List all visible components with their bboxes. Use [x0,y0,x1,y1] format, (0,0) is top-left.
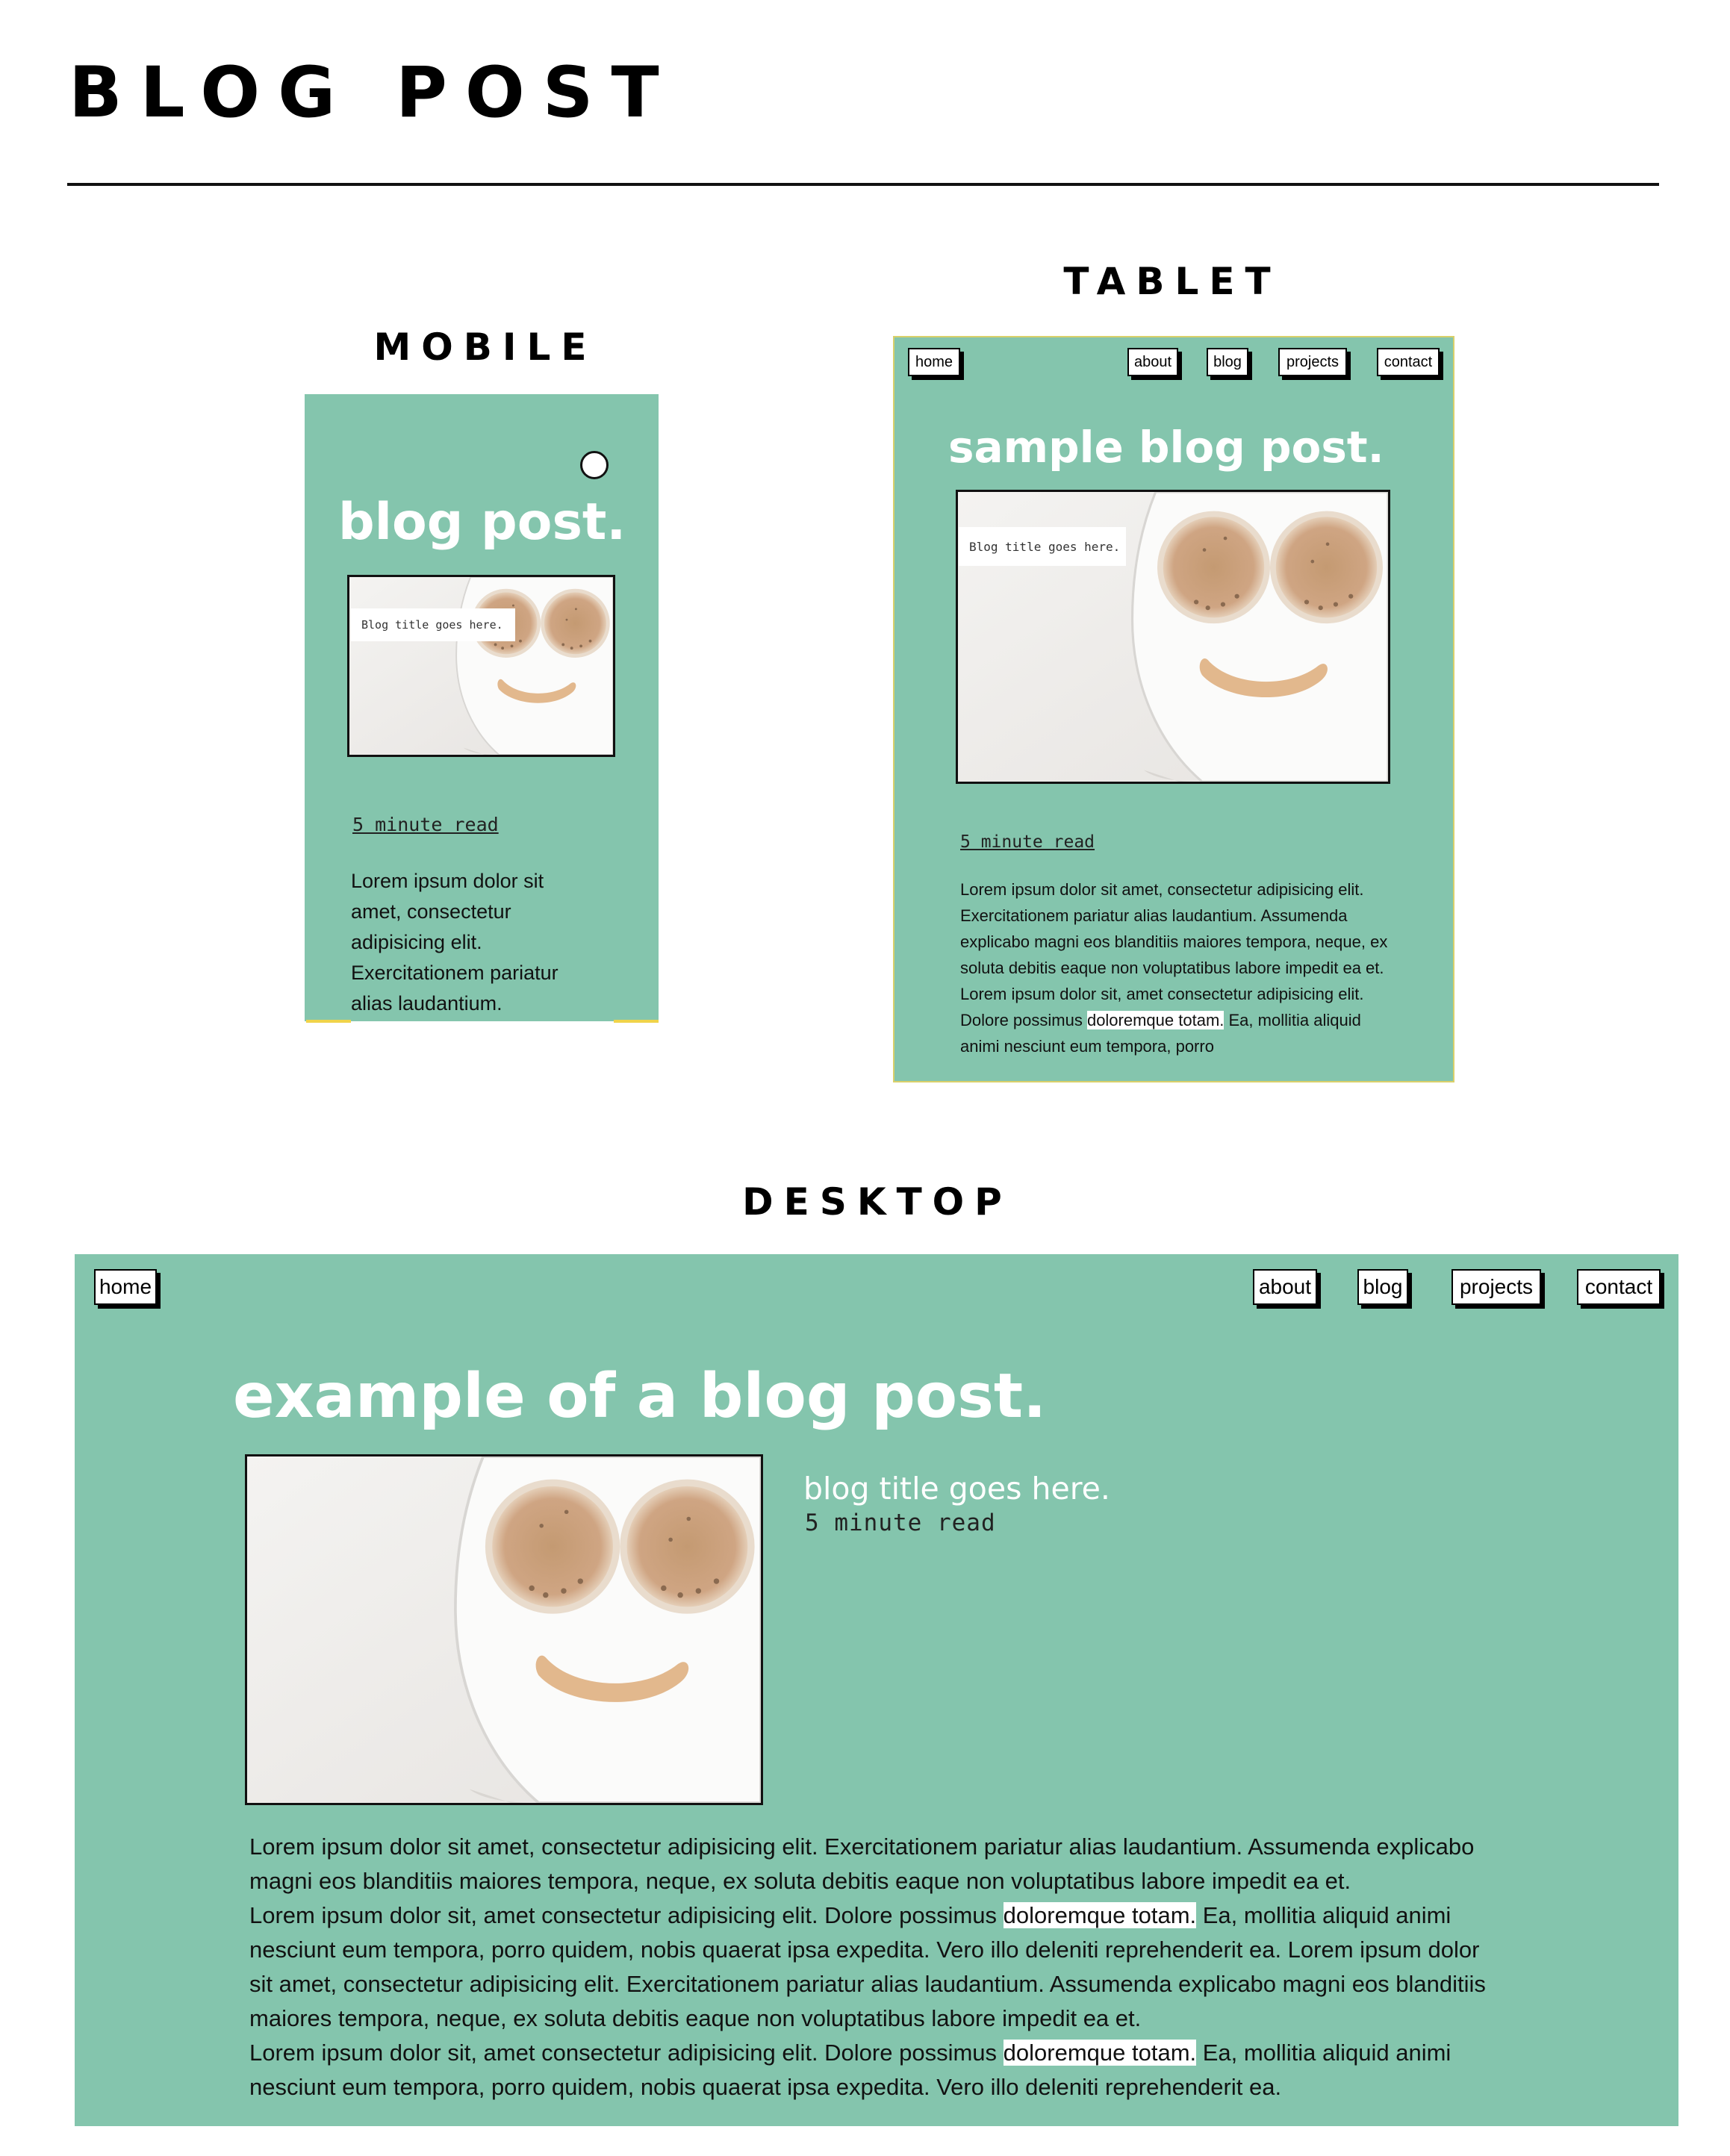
desktop-paragraph-2-start: Lorem ipsum dolor sit, amet consectetur … [249,1902,1004,1928]
tablet-nav-projects[interactable]: projects [1278,348,1347,376]
mobile-frame-edge-right [614,1020,659,1023]
mobile-image-caption: Blog title goes here. [351,608,515,641]
page-title: BLOG POST [69,52,677,134]
mobile-frame: blog post. Blog title goes here. 5 minut… [305,394,659,1021]
tablet-body-text: Lorem ipsum dolor sit amet, consectetur … [960,876,1393,1059]
mobile-post-image [347,575,615,757]
desktop-post-image [245,1454,763,1805]
tablet-nav-blog[interactable]: blog [1207,348,1248,376]
menu-toggle-icon[interactable] [580,451,609,479]
desktop-nav-projects[interactable]: projects [1451,1269,1541,1305]
desktop-paragraph-3-start: Lorem ipsum dolor sit, amet consectetur … [249,2040,1004,2066]
tablet-label: TABLET [1063,260,1281,303]
tablet-nav-home[interactable]: home [908,348,960,376]
tablet-image-caption: Blog title goes here. [959,527,1126,566]
desktop-nav-contact[interactable]: contact [1577,1269,1661,1305]
desktop-frame: home about blog projects contact example… [75,1254,1678,2126]
tablet-paragraph-1: Lorem ipsum dolor sit amet, consectetur … [960,880,1388,977]
mobile-hero-title: blog post. [338,493,626,552]
tablet-highlight: doloremque totam. [1086,1011,1225,1029]
desktop-highlight-1: doloremque totam. [1003,1902,1197,1928]
tablet-read-time[interactable]: 5 minute read [960,832,1095,852]
mobile-frame-edge [306,1020,351,1023]
desktop-highlight-2: doloremque totam. [1003,2040,1197,2066]
desktop-nav-blog[interactable]: blog [1357,1269,1408,1305]
tablet-hero-title: sample blog post. [948,422,1384,473]
desktop-paragraph-1: Lorem ipsum dolor sit amet, consectetur … [249,1833,1475,1894]
tablet-nav-contact[interactable]: contact [1377,348,1440,376]
desktop-nav-home[interactable]: home [94,1269,157,1305]
tablet-frame: home about blog projects contact sample … [893,336,1454,1082]
desktop-read-time: 5 minute read [805,1509,996,1536]
mobile-label: MOBILE [373,325,597,369]
title-divider [67,183,1659,186]
desktop-blog-title[interactable]: blog title goes here. [803,1471,1110,1507]
mobile-read-time[interactable]: 5 minute read [352,814,499,835]
mobile-body-text: Lorem ipsum dolor sit amet, consectetur … [351,870,558,1015]
desktop-label: DESKTOP [742,1180,1012,1224]
tablet-nav-about[interactable]: about [1127,348,1178,376]
desktop-hero-title: example of a blog post. [233,1361,1047,1432]
desktop-body-text: Lorem ipsum dolor sit amet, consectetur … [249,1830,1489,2104]
desktop-nav-about[interactable]: about [1253,1269,1317,1305]
